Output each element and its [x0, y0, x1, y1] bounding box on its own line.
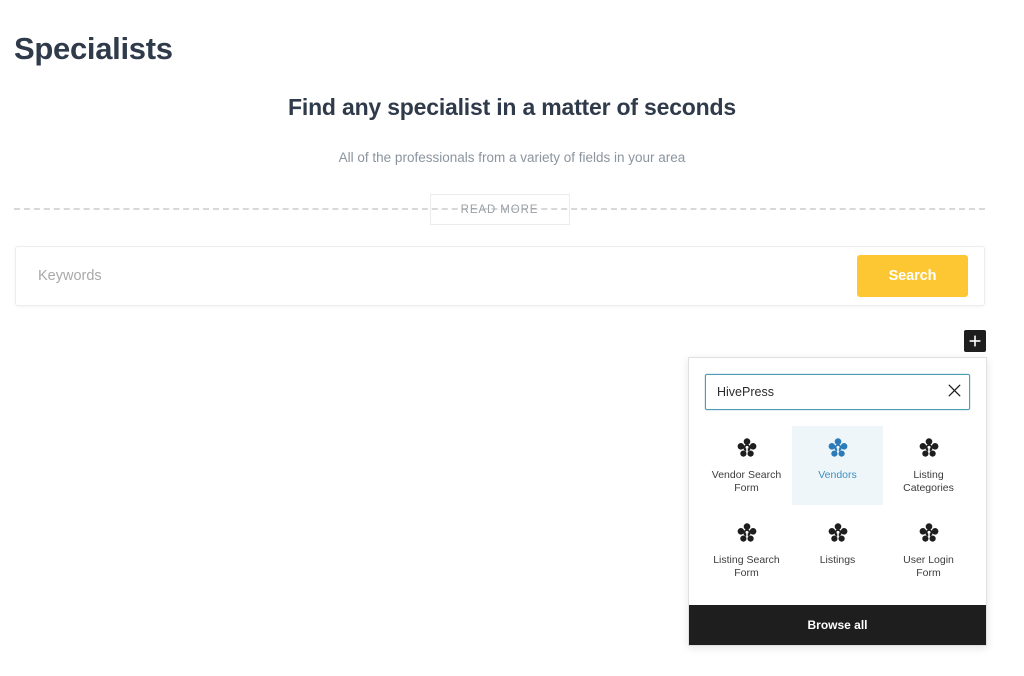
hivepress-icon	[735, 521, 759, 545]
block-item-label: Vendor Search Form	[711, 469, 782, 495]
block-item-label: Listings	[819, 554, 856, 567]
clear-search-button[interactable]	[939, 375, 969, 409]
hero-subheading: All of the professionals from a variety …	[338, 150, 686, 165]
block-inserter-popover: Vendor Search Form Vendors	[688, 357, 987, 646]
hivepress-icon	[917, 436, 941, 460]
hero-heading: Find any specialist in a matter of secon…	[288, 94, 736, 120]
inserter-search-field	[705, 374, 970, 410]
block-item-label: Listing Search Form	[713, 554, 780, 580]
block-grid: Vendor Search Form Vendors Listing Categ…	[689, 418, 986, 605]
page-title: Specialists	[14, 31, 173, 66]
read-more-button[interactable]: READ MORE	[429, 194, 570, 225]
read-more-divider: READ MORE	[14, 194, 985, 226]
block-item-user-login-form[interactable]: User Login Form	[883, 511, 974, 590]
inserter-search-input[interactable]	[706, 375, 939, 409]
block-item-label: User Login Form	[903, 554, 954, 580]
hivepress-icon	[826, 521, 850, 545]
hivepress-icon	[826, 436, 850, 460]
page-root: Specialists Find any specialist in a mat…	[0, 0, 1024, 676]
search-input[interactable]	[16, 248, 857, 304]
hivepress-icon	[735, 436, 759, 460]
search-submit-button[interactable]: Search	[857, 255, 968, 297]
block-item-listing-search-form[interactable]: Listing Search Form	[701, 511, 792, 590]
browse-all-button[interactable]: Browse all	[689, 604, 986, 645]
block-item-vendor-search-form[interactable]: Vendor Search Form	[701, 426, 792, 505]
hivepress-icon	[917, 521, 941, 545]
block-item-listings[interactable]: Listings	[792, 511, 883, 590]
block-item-label: Listing Categories	[903, 469, 954, 495]
search-form: Search	[15, 246, 985, 306]
add-block-button[interactable]	[964, 330, 986, 352]
inserter-search-row	[689, 358, 986, 418]
block-item-label: Vendors	[818, 469, 857, 481]
close-icon	[948, 384, 961, 400]
plus-icon	[968, 334, 982, 348]
block-item-listing-categories[interactable]: Listing Categories	[883, 426, 974, 505]
block-item-vendors[interactable]: Vendors	[792, 426, 883, 506]
